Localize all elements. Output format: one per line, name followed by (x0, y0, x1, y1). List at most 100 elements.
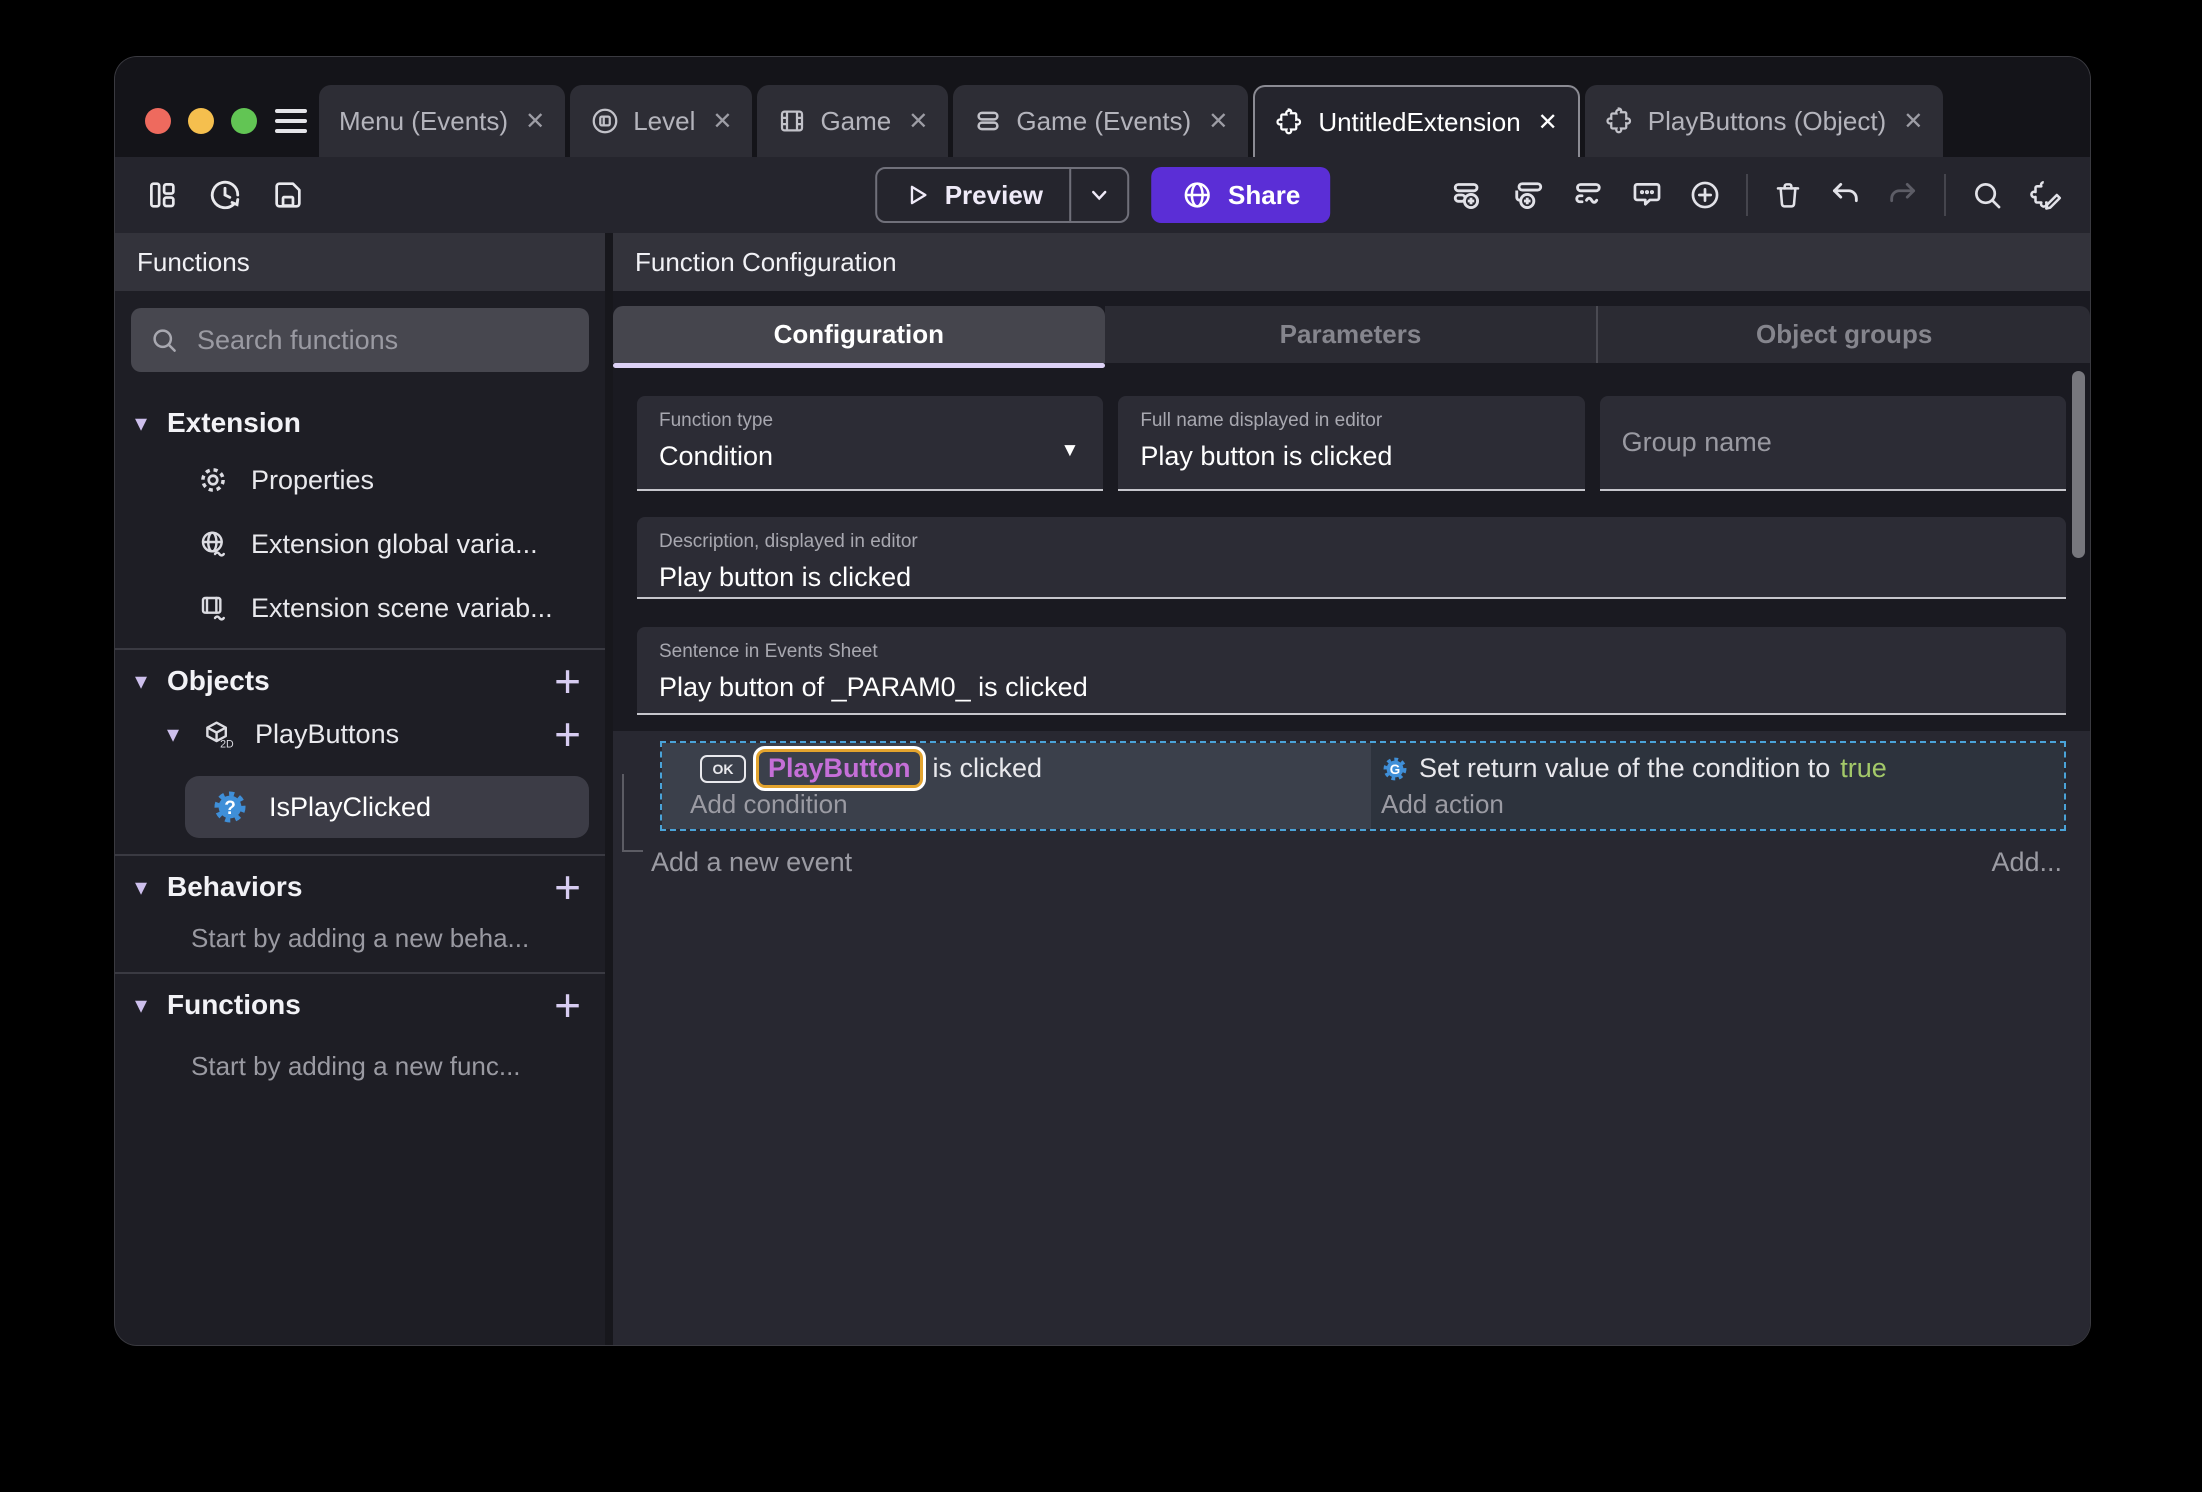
function-label: IsPlayClicked (269, 791, 432, 822)
tab-configuration[interactable]: Configuration (613, 306, 1105, 368)
delete-icon[interactable] (1772, 179, 1804, 211)
divider (115, 854, 605, 856)
undo-icon[interactable] (1828, 178, 1862, 212)
edit-extension-icon[interactable] (2028, 177, 2064, 213)
tab-label: PlayButtons (Object) (1647, 105, 1887, 136)
add-action-link[interactable]: Add action (1381, 789, 2050, 820)
add-new-event-link[interactable]: Add a new event (651, 847, 852, 878)
tab-label: Menu (Events) (339, 105, 509, 136)
item-label: Properties (251, 464, 375, 495)
sidebar-item-isplayclicked[interactable]: ? IsPlayClicked (185, 776, 589, 838)
svg-text:G: G (1390, 761, 1400, 776)
sidebar-item-extension-global-variables[interactable]: Extension global varia... (115, 512, 605, 576)
play-icon (903, 181, 931, 209)
chevron-down-icon[interactable]: ▾ (135, 873, 167, 902)
maximize-window-button[interactable] (231, 108, 257, 134)
scene-icon (777, 106, 807, 136)
condition-ok-icon: OK (700, 754, 746, 783)
search-functions-input[interactable] (195, 323, 571, 357)
tab-label: Level (633, 105, 696, 136)
extension-icon (1275, 107, 1305, 137)
objects-section-header[interactable]: ▾ Objects + (115, 656, 605, 706)
main-toolbar: Preview Share (115, 157, 2090, 233)
close-icon[interactable]: ✕ (1903, 107, 1923, 136)
chevron-down-icon (1091, 190, 1107, 201)
event-conditions-column[interactable]: OK PlayButton is clicked Add condition (662, 743, 1371, 829)
share-button[interactable]: Share (1151, 167, 1331, 223)
add-object-button[interactable]: + (554, 658, 581, 704)
section-label: Objects (167, 665, 270, 696)
add-behavior-button[interactable]: + (554, 864, 581, 910)
preview-button[interactable]: Preview (874, 167, 1130, 223)
sentence-field[interactable]: Sentence in Events Sheet Play button of … (637, 627, 2066, 715)
svg-text:?: ? (224, 798, 236, 819)
full-name-field[interactable]: Full name displayed in editor Play butto… (1118, 396, 1585, 491)
close-icon[interactable]: ✕ (1538, 108, 1558, 137)
scene-variable-icon (197, 592, 229, 624)
tab-playbuttons-object[interactable]: PlayButtons (Object) ✕ (1584, 85, 1944, 157)
scrollbar-thumb[interactable] (2072, 371, 2085, 558)
event-actions-column[interactable]: G Set return value of the condition to t… (1371, 743, 2064, 829)
chevron-down-icon[interactable]: ▾ (135, 409, 167, 438)
condition-object-chip[interactable]: PlayButton (756, 749, 923, 788)
chevron-down-icon[interactable]: ▾ (135, 991, 167, 1020)
function-configuration-panel: Function Configuration Configuration Par… (613, 233, 2090, 1345)
add-circle-icon[interactable] (1688, 178, 1722, 212)
tab-untitled-extension[interactable]: UntitledExtension ✕ (1253, 85, 1580, 157)
chevron-down-icon[interactable]: ▾ (135, 667, 167, 696)
tab-object-groups[interactable]: Object groups (1596, 306, 2090, 363)
close-window-button[interactable] (145, 108, 171, 134)
add-subevent-icon[interactable] (1510, 177, 1546, 213)
close-icon[interactable]: ✕ (1208, 107, 1228, 136)
preview-options-button[interactable] (1071, 169, 1127, 221)
add-other-event-icon[interactable] (1570, 177, 1606, 213)
globe-icon (1181, 179, 1213, 211)
group-name-field[interactable]: Group name (1599, 396, 2066, 491)
close-icon[interactable]: ✕ (525, 107, 545, 136)
dropdown-arrow-icon[interactable]: ▼ (1061, 440, 1080, 462)
tab-level[interactable]: Level ✕ (570, 85, 753, 157)
field-placeholder: Group name (1621, 427, 1772, 457)
chevron-down-icon[interactable]: ▾ (167, 720, 197, 749)
main-menu-icon[interactable] (275, 109, 307, 133)
project-manager-icon[interactable] (145, 178, 179, 212)
selected-event[interactable]: OK PlayButton is clicked Add condition G… (660, 741, 2066, 831)
description-field[interactable]: Description, displayed in editor Play bu… (637, 517, 2066, 599)
add-condition-link[interactable]: Add condition (690, 789, 1371, 820)
window-tab-bar: Menu (Events) ✕ Level ✕ Game ✕ Game (Eve… (115, 57, 2090, 157)
history-icon[interactable] (207, 177, 243, 213)
events-icon (973, 106, 1003, 136)
add-free-function-button[interactable]: + (554, 982, 581, 1028)
behaviors-empty-hint: Start by adding a new beha... (191, 922, 530, 953)
add-more-button[interactable]: Add... (1991, 847, 2062, 878)
close-icon[interactable]: ✕ (908, 107, 928, 136)
minimize-window-button[interactable] (188, 108, 214, 134)
event-tree-line (622, 774, 624, 852)
tab-game-events[interactable]: Game (Events) ✕ (953, 85, 1249, 157)
behaviors-section-header[interactable]: ▾ Behaviors + (115, 862, 605, 912)
tab-parameters[interactable]: Parameters (1104, 306, 1597, 363)
extension-section-header[interactable]: ▾ Extension (115, 398, 605, 448)
field-label: Function type (659, 410, 774, 431)
sidebar-title: Functions (115, 233, 605, 291)
field-label: Sentence in Events Sheet (659, 641, 878, 662)
search-functions-box[interactable] (131, 308, 589, 372)
tab-menu-events[interactable]: Menu (Events) ✕ (319, 85, 566, 157)
close-icon[interactable]: ✕ (712, 107, 732, 136)
functions-section-header[interactable]: ▾ Functions + (115, 980, 605, 1030)
save-icon[interactable] (271, 178, 305, 212)
field-label: Full name displayed in editor (1140, 410, 1383, 431)
search-icon (149, 325, 179, 355)
function-type-field[interactable]: Function type Condition ▼ (637, 396, 1104, 491)
tab-game[interactable]: Game ✕ (757, 85, 949, 157)
add-function-to-object-button[interactable]: + (554, 711, 581, 757)
share-label: Share (1228, 179, 1301, 210)
sidebar-item-extension-scene-variables[interactable]: Extension scene variab... (115, 576, 605, 640)
functions-empty-hint: Start by adding a new func... (191, 1050, 521, 1081)
object-row-playbuttons[interactable]: ▾ 2D PlayButtons + (115, 706, 605, 762)
comment-icon[interactable] (1630, 178, 1664, 212)
sidebar-item-properties[interactable]: Properties (115, 448, 605, 512)
add-event-icon[interactable] (1450, 177, 1486, 213)
redo-icon[interactable] (1886, 178, 1920, 212)
search-icon[interactable] (1970, 178, 2004, 212)
